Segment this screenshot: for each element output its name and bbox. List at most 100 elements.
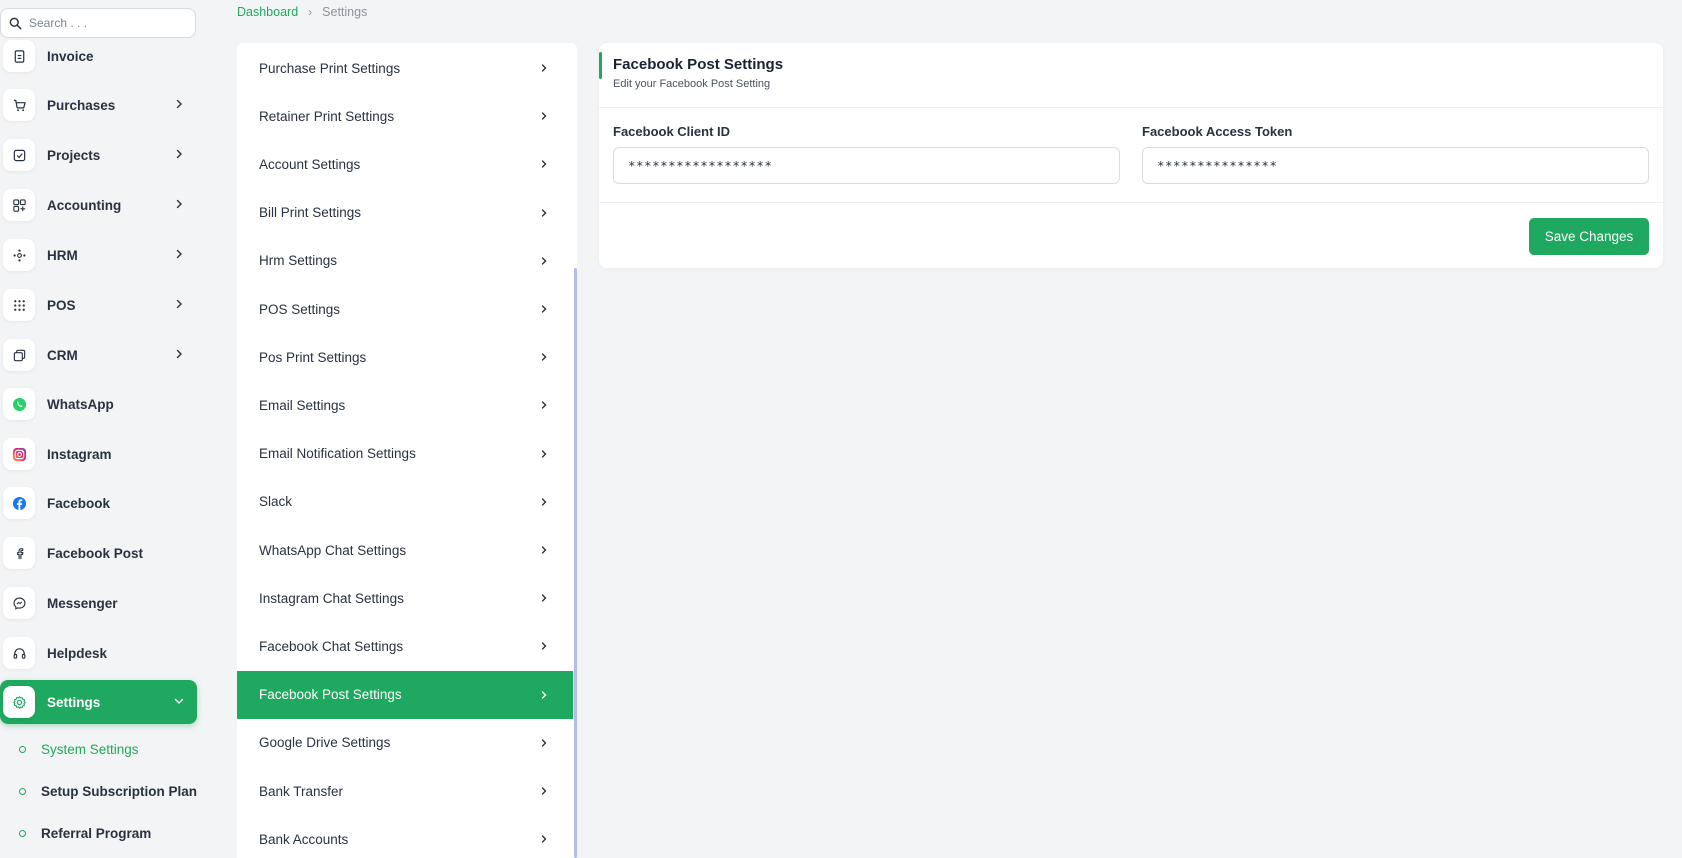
sidebar-item-label: Settings [47,694,101,710]
settings-menu-item-label: Bill Print Settings [259,205,362,221]
sidebar-item-label: Purchases [47,97,116,113]
chevron-right-icon [541,642,547,651]
sidebar-subitem-setup-subscription-plan[interactable]: Setup Subscription Plan [0,778,200,804]
chevron-right-icon [176,199,182,209]
sidebar-item-instagram[interactable]: Instagram [0,432,197,476]
search-icon [9,17,22,30]
sidebar-item-purchases[interactable]: Purchases [0,83,197,127]
bullet-dot-icon [19,787,26,795]
sidebar-item-helpdesk[interactable]: Helpdesk [0,631,197,675]
settings-menu-item[interactable]: Bank Transfer [237,767,573,815]
sidebar-item-facebook-post[interactable]: Facebook Post [0,531,197,575]
cart-icon [3,89,35,121]
sidebar-subitem-system-settings[interactable]: System Settings [0,736,200,762]
facebook-icon [3,487,35,519]
chevron-right-icon [541,690,547,699]
sidebar-item-settings[interactable]: Settings [0,680,197,724]
sidebar-item-label: Accounting [47,197,122,213]
users-cluster-icon [3,239,35,271]
settings-menu-item[interactable]: Email Settings [237,381,573,429]
settings-menu-item-label: Google Drive Settings [259,735,391,751]
settings-menu-item[interactable]: Hrm Settings [237,237,573,285]
card-title: Facebook Post Settings [613,56,784,73]
messenger-icon [3,587,35,619]
chevron-down-icon [174,698,184,704]
chevron-right-icon [541,353,547,361]
settings-menu-item[interactable]: WhatsApp Chat Settings [237,526,573,574]
settings-menu-item-label: Purchase Print Settings [259,60,401,76]
chevron-right-icon [541,401,547,410]
sidebar-item-label: POS [47,297,76,313]
chevron-right-icon [541,594,547,602]
settings-menu-item[interactable]: Pos Print Settings [237,333,573,381]
settings-menu-item-label: Pos Print Settings [259,349,367,365]
sidebar-item-label: WhatsApp [47,396,114,412]
chevron-right-icon [541,498,547,506]
settings-menu-item-label: Hrm Settings [259,253,338,269]
chevron-right-icon [541,160,547,169]
settings-menu-scrollbar[interactable] [574,268,577,858]
chevron-right-icon [541,257,547,265]
settings-menu-item[interactable]: POS Settings [237,285,573,333]
chevron-right-icon [541,787,547,795]
settings-menu-item-label: Email Settings [259,397,346,413]
card-footer-divider [599,202,1663,203]
chevron-right-icon [541,112,547,120]
settings-menu-item[interactable]: Email Notification Settings [237,430,573,478]
sidebar-item-accounting[interactable]: Accounting [0,183,197,227]
card-header-divider [599,107,1663,108]
card-title-accent [599,52,602,79]
client-id-label: Facebook Client ID [613,124,731,139]
sidebar-item-projects[interactable]: Projects [0,133,197,177]
chevron-right-icon [176,149,182,159]
save-changes-button[interactable]: Save Changes [1529,218,1649,255]
sidebar-subitem-label: Referral Program [41,825,152,841]
chevron-right-icon [176,349,182,359]
chevron-right-icon [541,739,547,747]
settings-menu-item[interactable]: Instagram Chat Settings [237,574,573,622]
sidebar-item-label: Helpdesk [47,645,108,661]
settings-menu-item[interactable]: Slack [237,478,573,526]
settings-menu-item[interactable]: Account Settings [237,140,573,188]
chevron-right-icon [541,64,547,72]
settings-menu-item[interactable]: Facebook Chat Settings [237,622,573,670]
sidebar-item-label: Messenger [47,595,118,611]
chevron-right-icon [541,835,547,843]
instagram-icon [3,438,35,470]
sidebar-item-messenger[interactable]: Messenger [0,581,197,625]
settings-menu-item-label: Slack [259,494,293,510]
sidebar-item-hrm[interactable]: HRM [0,233,197,277]
sidebar: Invoice Purchases Projects Accounting HR… [0,0,205,858]
sidebar-subitem-label: System Settings [41,741,139,757]
settings-menu-item-label: WhatsApp Chat Settings [259,542,407,558]
sidebar-item-invoice[interactable]: Invoice [0,34,197,78]
sidebar-item-facebook[interactable]: Facebook [0,481,197,525]
sidebar-item-label: Projects [47,147,101,163]
settings-menu: Purchase Print Settings Retainer Print Se… [237,43,577,858]
facebook-post-icon [3,537,35,569]
sidebar-item-label: Facebook Post [47,545,144,561]
settings-menu-item[interactable]: Bill Print Settings [237,189,573,237]
settings-menu-item[interactable]: Purchase Print Settings [237,44,573,92]
settings-menu-item-label: Facebook Post Settings [259,687,402,703]
client-id-field[interactable] [613,147,1120,184]
settings-menu-item[interactable]: Facebook Post Settings [237,670,573,719]
breadcrumb-dashboard-link[interactable]: Dashboard [237,5,298,19]
access-token-field[interactable] [1142,147,1649,184]
invoice-icon [3,40,35,72]
settings-menu-item-label: Bank Transfer [259,783,344,799]
settings-menu-item-label: Account Settings [259,156,361,172]
settings-menu-item[interactable]: Bank Accounts [237,815,573,858]
search-input[interactable] [29,16,179,30]
sidebar-subitem-label: Setup Subscription Plan [41,783,198,799]
settings-menu-item[interactable]: Retainer Print Settings [237,92,573,140]
chevron-right-icon [176,299,182,309]
settings-menu-item[interactable]: Google Drive Settings [237,719,573,767]
settings-menu-item-label: Bank Accounts [259,831,349,847]
settings-menu-item-label: Facebook Chat Settings [259,638,404,654]
sidebar-item-whatsapp[interactable]: WhatsApp [0,382,197,426]
sidebar-subitem-referral-program[interactable]: Referral Program [0,820,200,846]
grid-plus-icon [3,189,35,221]
sidebar-item-pos[interactable]: POS [0,283,197,327]
sidebar-item-crm[interactable]: CRM [0,333,197,377]
